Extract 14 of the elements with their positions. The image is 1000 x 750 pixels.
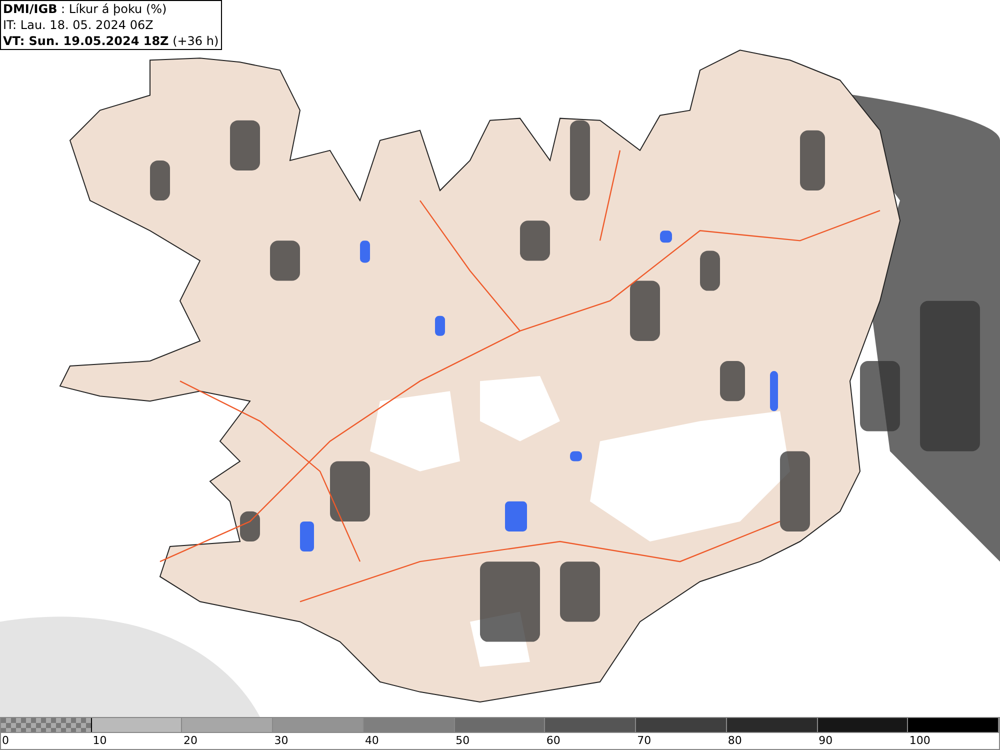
scale-label: 60 bbox=[545, 733, 560, 749]
scale-label: 50 bbox=[454, 733, 470, 749]
scale-label: 70 bbox=[636, 733, 652, 749]
title-line: VT: Sun. 19.05.2024 18Z (+36 h) bbox=[3, 33, 219, 49]
scale-label: 10 bbox=[92, 733, 107, 749]
scale-label: 100 bbox=[908, 733, 930, 749]
scale-label: 0 bbox=[1, 733, 9, 749]
scale-label: 40 bbox=[364, 733, 379, 749]
title-line: IT: Lau. 18. 05. 2024 06Z bbox=[3, 17, 154, 33]
scale-label: 30 bbox=[273, 733, 288, 749]
scale-label: 80 bbox=[726, 733, 742, 749]
scale-label: 20 bbox=[182, 733, 198, 749]
scale-label: 90 bbox=[818, 733, 833, 749]
title-line: DMI/IGB : Líkur á þoku (%) bbox=[3, 1, 168, 17]
